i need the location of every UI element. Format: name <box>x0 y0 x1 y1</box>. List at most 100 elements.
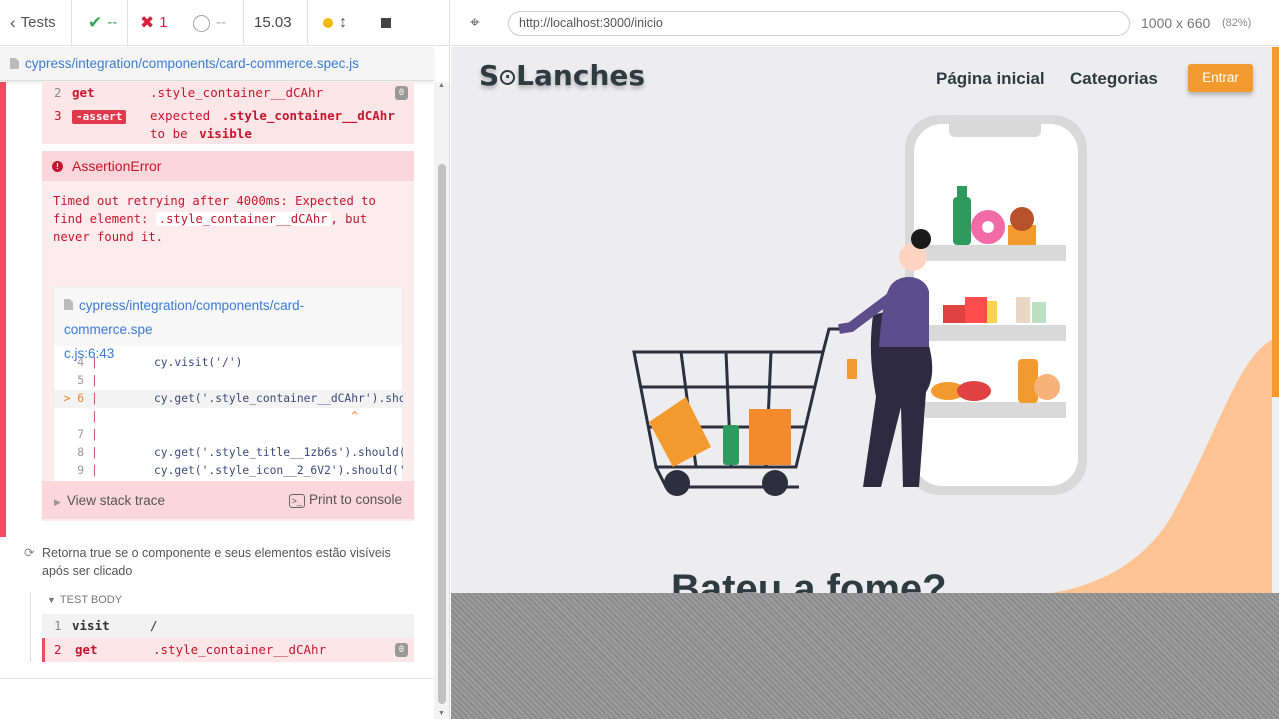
browser-url-bar: ⌖ http://localhost:3000/inicio 1000 x 66… <box>451 0 1279 46</box>
line-number: 4 <box>77 356 84 369</box>
url-field[interactable]: http://localhost:3000/inicio <box>508 11 1130 36</box>
line-number: > 6 <box>63 392 84 405</box>
product-in-hand <box>847 359 857 379</box>
assert-label: -assert <box>72 110 127 124</box>
code-line: 7 | <box>54 426 403 444</box>
command-row[interactable]: 2 get .style_container__dCAhr 0 <box>42 82 414 104</box>
view-stack-trace-button[interactable]: ▶ View stack trace <box>54 493 165 508</box>
code-text: cy.get('.style_title__1zb6s').should(' <box>154 446 403 459</box>
donut-hole <box>982 221 994 233</box>
command-name: get <box>75 642 98 657</box>
command-number: 3 <box>54 108 62 123</box>
divider <box>0 678 434 679</box>
person-hair <box>911 229 931 249</box>
pending-circle-icon: ◯ <box>192 12 212 32</box>
command-number: 2 <box>54 642 62 657</box>
nav-home[interactable]: Página inicial <box>936 69 1045 89</box>
scroll-arrows-icon: ↕ <box>339 13 347 31</box>
command-row[interactable]: 1 visit / <box>42 614 414 638</box>
reporter-scrollbar[interactable]: ▲ ▼ <box>434 82 449 719</box>
selector-playground-icon[interactable]: ⌖ <box>470 13 480 33</box>
failed-value: 1 <box>159 14 168 31</box>
cupcake-top <box>1010 207 1034 231</box>
viewport-zoom: (82%) <box>1222 17 1252 29</box>
scroll-down-icon[interactable]: ▼ <box>438 710 445 717</box>
code-gutter: | <box>91 374 98 387</box>
viewport-size: 1000 x 660 <box>1141 15 1211 31</box>
code-frame: cypress/integration/components/card-comm… <box>53 287 403 507</box>
stop-button[interactable] <box>362 0 410 46</box>
command-row-failed[interactable]: 2 get .style_container__dCAhr 0 <box>42 638 414 662</box>
code-gutter: | <box>91 410 98 423</box>
element-count-badge: 0 <box>395 643 408 657</box>
code-line: 9 | cy.get('.style_icon__2_6V2').should('b <box>54 462 403 480</box>
code-text: cy.visit('/') <box>154 356 243 369</box>
pending-value: -- <box>216 14 227 31</box>
coffee-cup <box>1016 297 1030 323</box>
command-name: get <box>72 85 95 100</box>
command-log: 2 get .style_container__dCAhr 0 3 -asser… <box>0 82 434 719</box>
test-title[interactable]: ⟳ Retorna true se o componente e seus el… <box>24 544 404 580</box>
app-scrollbar[interactable] <box>1272 47 1279 593</box>
error-icon: ! <box>52 160 63 172</box>
auto-scroll-toggle[interactable]: ↕ <box>308 0 362 46</box>
viewport-background <box>451 593 1279 719</box>
chip-bag <box>649 397 711 467</box>
enter-button[interactable]: Entrar <box>1188 64 1253 92</box>
tests-back-button[interactable]: ‹ Tests <box>0 0 72 46</box>
scroll-up-icon[interactable]: ▲ <box>438 82 445 89</box>
error-header: ! AssertionError <box>42 151 414 181</box>
passed-count[interactable]: ✔ -- <box>72 0 128 46</box>
assert-expected: expected <box>150 108 211 123</box>
tests-label: Tests <box>20 14 56 31</box>
error-selector: .style_container__dCAhr <box>155 212 331 226</box>
shelf-2 <box>925 325 1066 341</box>
hero-headline: Bateu a fome? <box>671 567 947 593</box>
reporter-scroll-thumb[interactable] <box>438 164 446 704</box>
code-gutter: | <box>91 446 98 459</box>
test-body-header[interactable]: ▼ TEST BODY <box>47 594 122 606</box>
nav-categories[interactable]: Categorias <box>1070 69 1158 89</box>
file-icon <box>64 299 73 310</box>
burger <box>943 305 965 323</box>
iced-cup <box>1032 302 1046 323</box>
test-title-text: Retorna true se o componente e seus elem… <box>42 546 391 578</box>
sauce-bottle <box>1018 359 1038 403</box>
element-count-badge: 0 <box>395 86 408 100</box>
caret-down-icon: ▼ <box>47 595 56 605</box>
failed-test-indicator <box>0 82 6 537</box>
spec-file-link[interactable]: cypress/integration/components/card-comm… <box>25 56 359 71</box>
command-value: .style_container__dCAhr <box>150 85 324 100</box>
bowl <box>957 381 991 401</box>
code-frame-file[interactable]: cypress/integration/components/card-comm… <box>54 288 402 361</box>
chevron-left-icon: ‹ <box>10 12 16 32</box>
code-gutter: | <box>91 428 98 441</box>
code-line: | ^ <box>54 408 403 426</box>
command-value: .style_container__dCAhr <box>153 642 327 657</box>
cypress-reporter-panel: ‹ Tests ✔ -- ✖ 1 ◯ -- 15.03 ↕ cypress/in… <box>0 0 450 719</box>
error-body: Timed out retrying after 4000ms: Expecte… <box>42 181 414 521</box>
failed-count[interactable]: ✖ 1 <box>128 0 180 46</box>
cart-wheel <box>664 470 690 496</box>
code-gutter: | <box>91 392 98 405</box>
bottle <box>953 197 971 245</box>
cart-bag <box>749 409 791 465</box>
app-viewport: S · Lanches Página inicial Categorias Entr… <box>451 47 1279 593</box>
assert-to-be: to be <box>150 126 188 141</box>
shelf-1 <box>925 245 1066 261</box>
app-scroll-thumb[interactable] <box>1272 47 1279 397</box>
phone-notch <box>949 117 1041 137</box>
refresh-icon: ⟳ <box>24 546 35 560</box>
cart-bottle <box>723 425 739 465</box>
site-logo[interactable]: S · Lanches <box>479 59 645 92</box>
print-to-console-button[interactable]: >_ Print to console <box>288 492 402 508</box>
command-value: / <box>150 618 158 633</box>
caret-right-icon: ▶ <box>54 496 61 507</box>
pending-count[interactable]: ◯ -- <box>180 0 244 46</box>
assert-selector: .style_container__dCAhr <box>221 108 395 123</box>
assert-row[interactable]: 3 -assert expected .style_container__dCA… <box>42 104 414 144</box>
code-frame-link[interactable]: cypress/integration/components/card-comm… <box>64 298 304 337</box>
cart-wheel <box>762 470 788 496</box>
assert-visible: visible <box>199 126 252 141</box>
test-body-label: TEST BODY <box>59 594 123 606</box>
